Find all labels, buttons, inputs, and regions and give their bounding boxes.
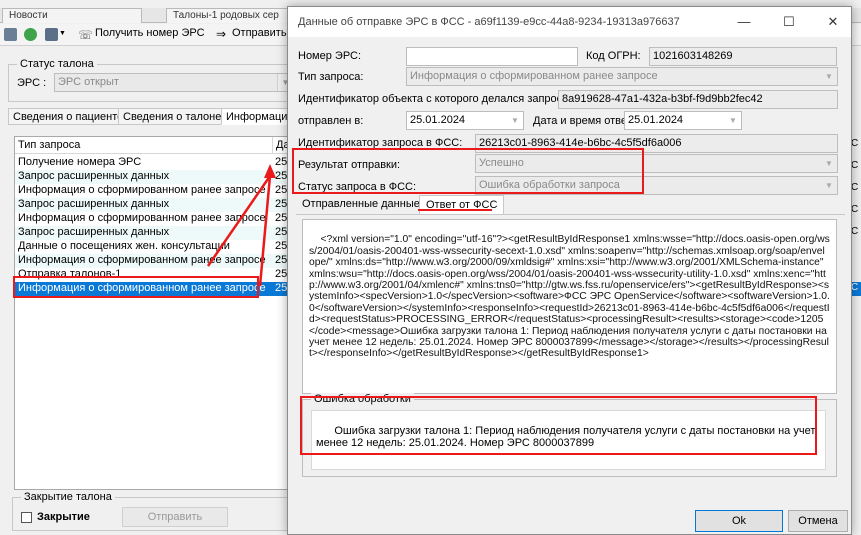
annotation-arrows (206, 164, 276, 287)
annotation-arrow-head (264, 164, 276, 178)
annotation-arrow-line (206, 175, 272, 267)
annotation-arrow-line (258, 175, 272, 287)
